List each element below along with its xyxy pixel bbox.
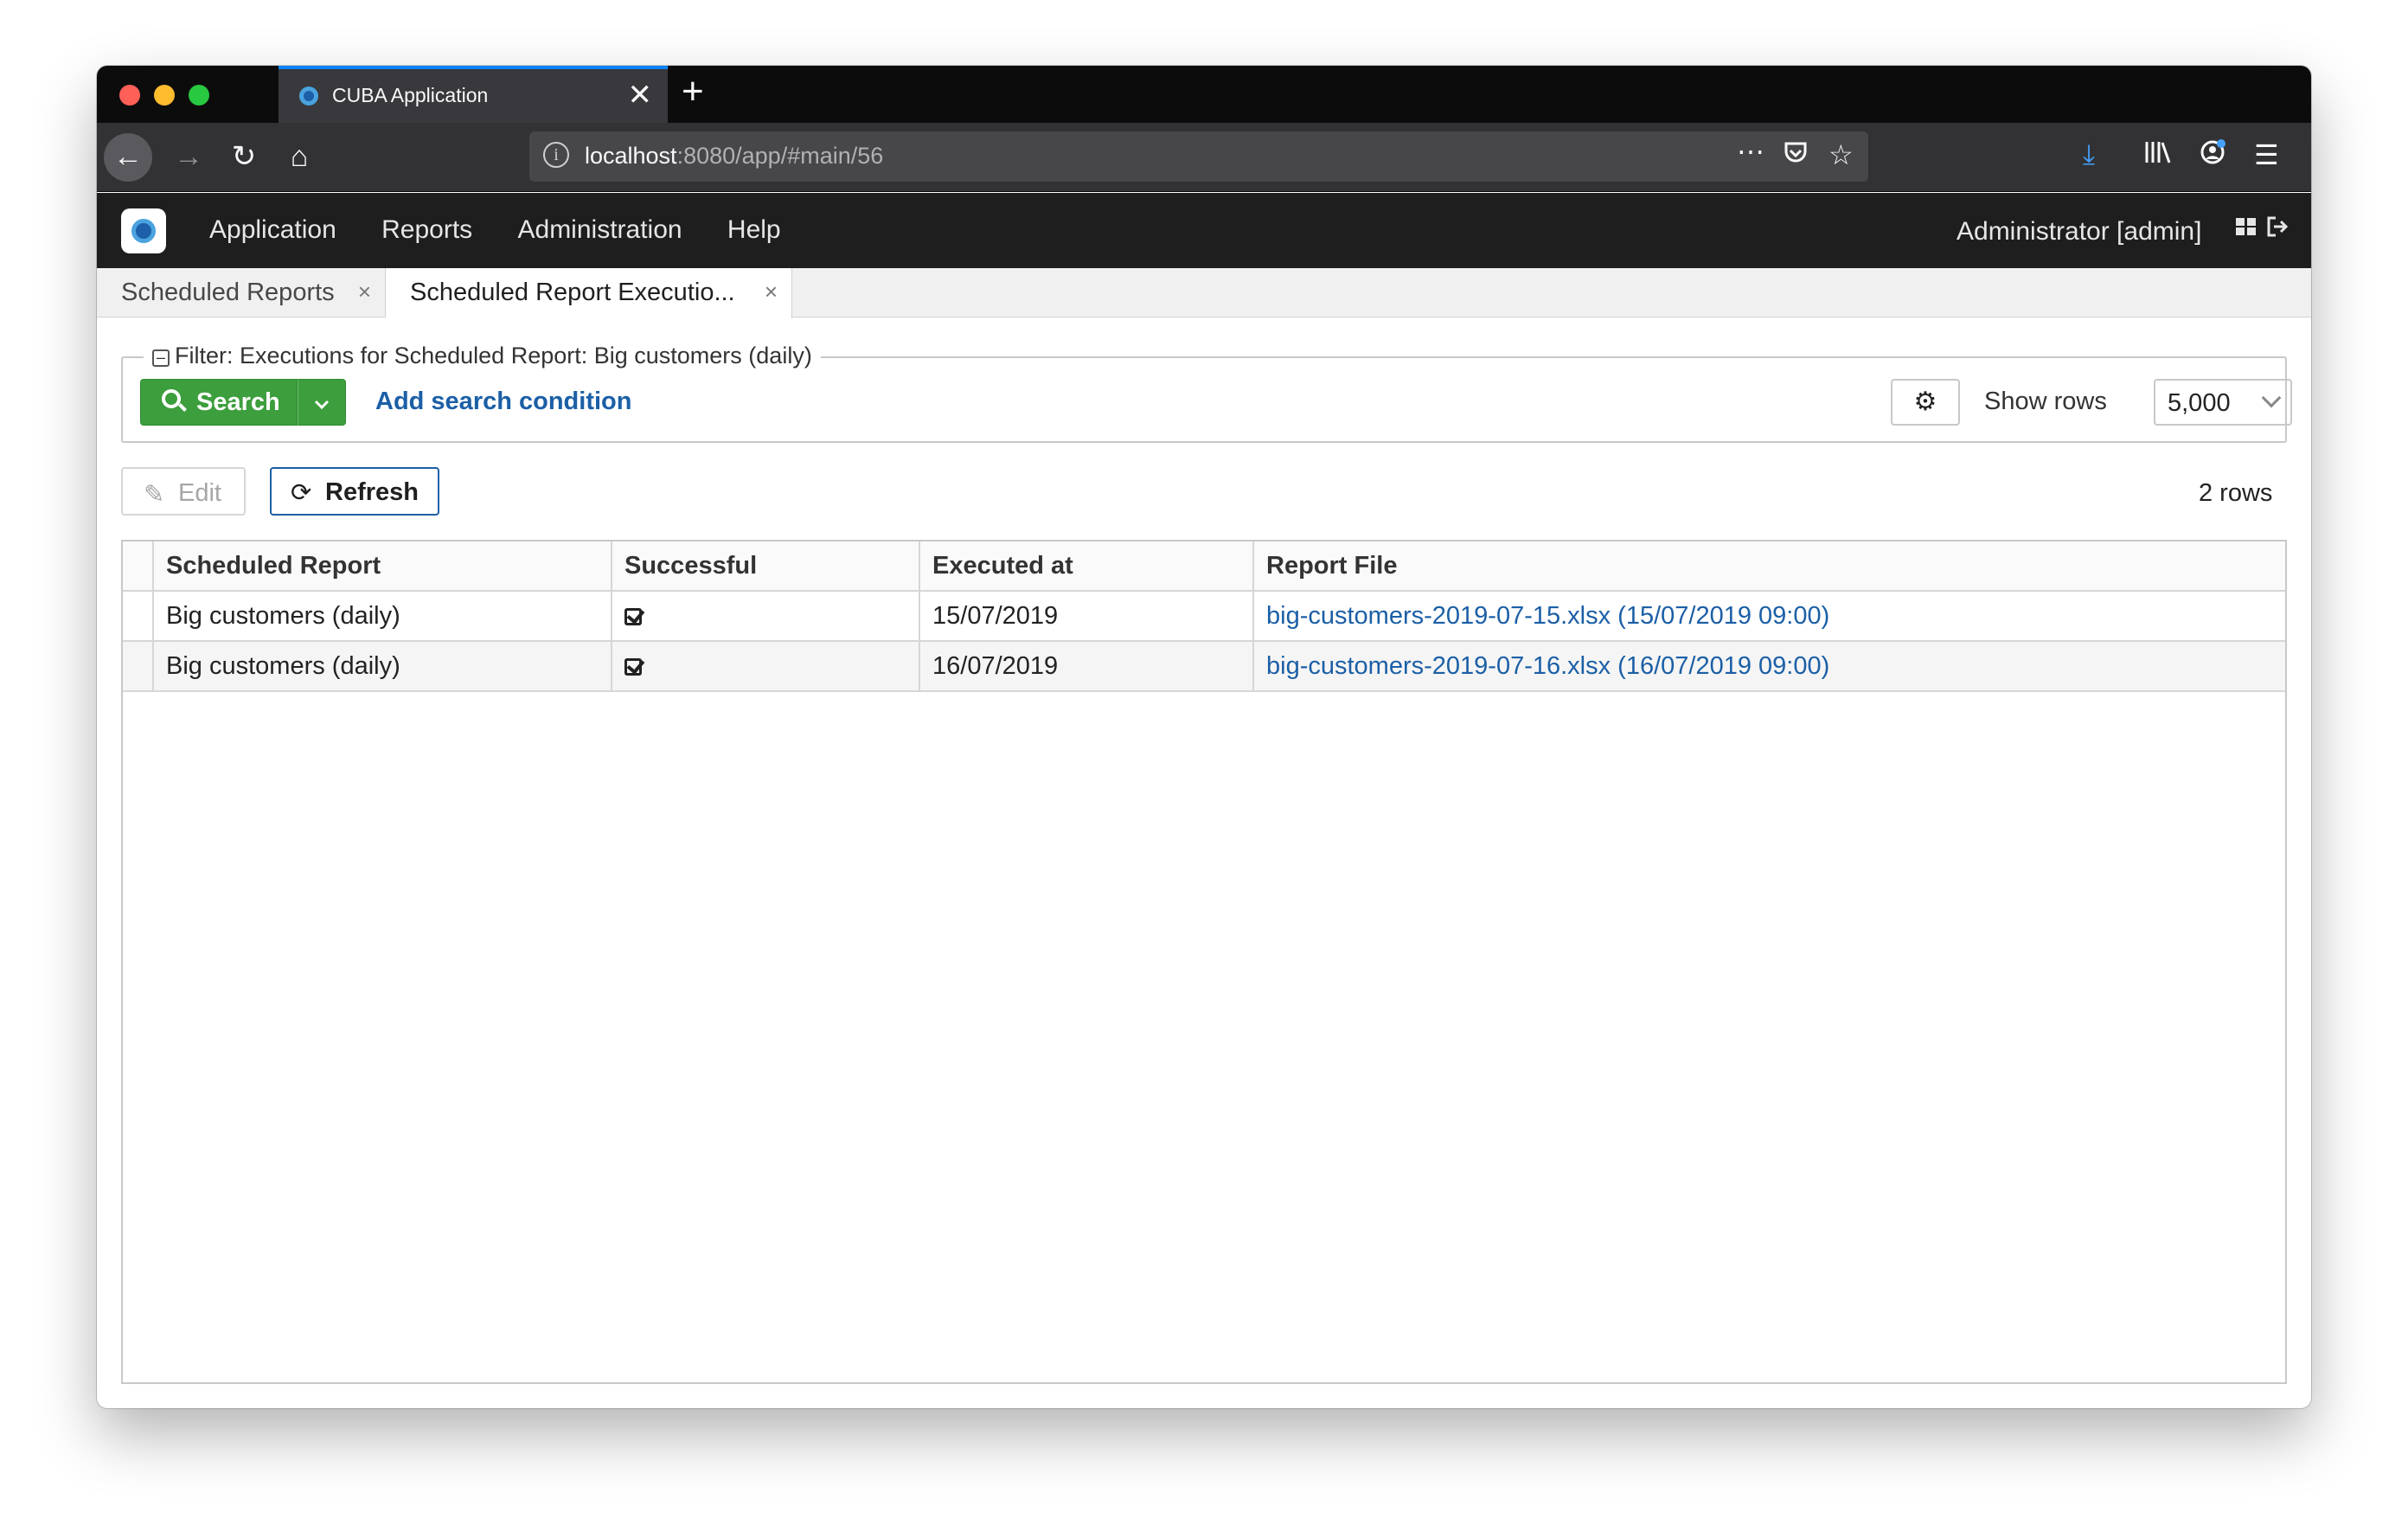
library-icon[interactable]: [2143, 138, 2173, 173]
url-text: localhost:8080/app/#main/56: [585, 143, 883, 170]
collapse-icon[interactable]: –: [152, 349, 170, 367]
download-icon[interactable]: ⤓: [2083, 138, 2095, 171]
add-search-condition-link[interactable]: Add search condition: [375, 388, 631, 416]
search-button[interactable]: Search: [140, 379, 298, 426]
row-selector[interactable]: [123, 642, 152, 690]
checkbox-checked-icon: [624, 608, 642, 625]
reload-icon[interactable]: ↻: [220, 133, 268, 182]
close-tab-icon[interactable]: ×: [765, 279, 778, 305]
main-menu: Application Reports Administration Help: [209, 215, 819, 245]
row-count: 2 rows: [2199, 479, 2273, 507]
edit-button-label: Edit: [178, 479, 221, 507]
browser-tab-strip: CUBA Application ✕ +: [97, 66, 2311, 123]
filter-panel: – Filter: Executions for Scheduled Report…: [121, 343, 2292, 443]
report-file-link[interactable]: big-customers-2019-07-16.xlsx (16/07/201…: [1266, 652, 1829, 680]
menu-item-reports[interactable]: Reports: [381, 215, 472, 245]
cell-scheduled-report: Big customers (daily): [152, 642, 611, 690]
tab-scheduled-reports[interactable]: Scheduled Reports ×: [97, 268, 386, 317]
search-icon: [162, 389, 181, 408]
bookmark-star-icon[interactable]: ☆: [1828, 138, 1854, 171]
cuba-logo-icon[interactable]: [121, 208, 166, 253]
tab-label: Scheduled Report Executio...: [410, 279, 735, 306]
user-label: Administrator [admin]: [1956, 217, 2202, 246]
forward-arrow-icon[interactable]: →: [164, 133, 213, 182]
chevron-down-icon: [2261, 388, 2282, 408]
show-rows-value: 5,000: [2168, 389, 2231, 417]
column-header-successful[interactable]: Successful: [611, 542, 919, 590]
cuba-favicon-icon: [299, 87, 318, 106]
cell-report-file: big-customers-2019-07-15.xlsx (15/07/201…: [1252, 592, 2285, 640]
table-header-row: Scheduled Report Successful Executed at …: [123, 542, 2285, 592]
gear-icon: ⚙: [1913, 388, 1937, 416]
column-header-report-file[interactable]: Report File: [1252, 542, 2285, 590]
cell-scheduled-report: Big customers (daily): [152, 592, 611, 640]
account-icon[interactable]: [2199, 138, 2226, 173]
cell-successful: [611, 642, 919, 690]
show-rows-select[interactable]: 5,000: [2154, 379, 2292, 426]
url-host: localhost: [585, 143, 677, 169]
report-file-link[interactable]: big-customers-2019-07-15.xlsx (15/07/201…: [1266, 602, 1829, 630]
close-tab-icon[interactable]: ×: [358, 279, 371, 305]
refresh-icon: ⟳: [291, 479, 312, 507]
menu-item-administration[interactable]: Administration: [518, 215, 682, 245]
info-icon[interactable]: i: [543, 142, 569, 168]
search-button-label: Search: [196, 388, 280, 416]
filter-legend[interactable]: – Filter: Executions for Scheduled Report…: [144, 343, 821, 369]
more-icon[interactable]: ⋯: [1737, 135, 1764, 168]
url-path: :8080/app/#main/56: [676, 143, 884, 169]
refresh-button[interactable]: ⟳ Refresh: [270, 467, 439, 516]
pocket-icon[interactable]: [1782, 138, 1809, 173]
show-rows-label: Show rows: [1984, 388, 2107, 415]
browser-tab-title: CUBA Application: [332, 84, 489, 106]
hamburger-menu-icon[interactable]: ☰: [2254, 138, 2279, 171]
checkbox-checked-icon: [624, 658, 642, 676]
new-tab-button[interactable]: +: [682, 69, 704, 114]
minimize-window-button[interactable]: [154, 85, 175, 106]
cell-executed-at: 15/07/2019: [919, 592, 1252, 640]
home-icon[interactable]: ⌂: [275, 133, 323, 182]
edit-button[interactable]: ✎ Edit: [121, 467, 246, 516]
search-options-dropdown[interactable]: [298, 379, 346, 426]
filter-settings-button[interactable]: ⚙: [1891, 379, 1960, 426]
table-row[interactable]: Big customers (daily) 15/07/2019 big-cus…: [123, 592, 2285, 642]
selection-column-header[interactable]: [123, 542, 152, 590]
menu-item-application[interactable]: Application: [209, 215, 336, 245]
table-row[interactable]: Big customers (daily) 16/07/2019 big-cus…: [123, 642, 2285, 692]
back-arrow-icon[interactable]: ←: [104, 133, 152, 182]
tab-scheduled-report-executions[interactable]: Scheduled Report Executio... ×: [386, 268, 792, 318]
chevron-down-icon: [314, 400, 330, 410]
url-bar[interactable]: i localhost:8080/app/#main/56 ⋯ ☆: [529, 131, 1868, 182]
logout-icon[interactable]: [2266, 215, 2290, 245]
filter-caption: Filter: Executions for Scheduled Report:…: [175, 343, 812, 368]
tab-label: Scheduled Reports: [121, 279, 335, 306]
pencil-icon: ✎: [144, 481, 165, 509]
cell-executed-at: 16/07/2019: [919, 642, 1252, 690]
browser-navbar: ← → ↻ ⌂ i localhost:8080/app/#main/56 ⋯ …: [97, 123, 2311, 192]
browser-tab[interactable]: CUBA Application ✕: [279, 66, 668, 123]
refresh-button-label: Refresh: [325, 478, 419, 506]
app-header: Application Reports Administration Help …: [97, 193, 2311, 268]
column-header-executed-at[interactable]: Executed at: [919, 542, 1252, 590]
cell-report-file: big-customers-2019-07-16.xlsx (16/07/201…: [1252, 642, 2285, 690]
close-tab-icon[interactable]: ✕: [628, 78, 653, 112]
row-selector[interactable]: [123, 592, 152, 640]
maximize-window-button[interactable]: [189, 85, 209, 106]
cell-successful: [611, 592, 919, 640]
browser-window: CUBA Application ✕ + ← → ↻ ⌂ i localhost…: [97, 66, 2311, 1408]
menu-item-help[interactable]: Help: [727, 215, 781, 245]
close-window-button[interactable]: [119, 85, 140, 106]
grid-icon[interactable]: [2235, 215, 2258, 245]
app-tabsheet: Scheduled Reports × Scheduled Report Exe…: [97, 268, 2311, 318]
executions-table: Scheduled Report Successful Executed at …: [121, 540, 2287, 1384]
column-header-scheduled-report[interactable]: Scheduled Report: [152, 542, 611, 590]
